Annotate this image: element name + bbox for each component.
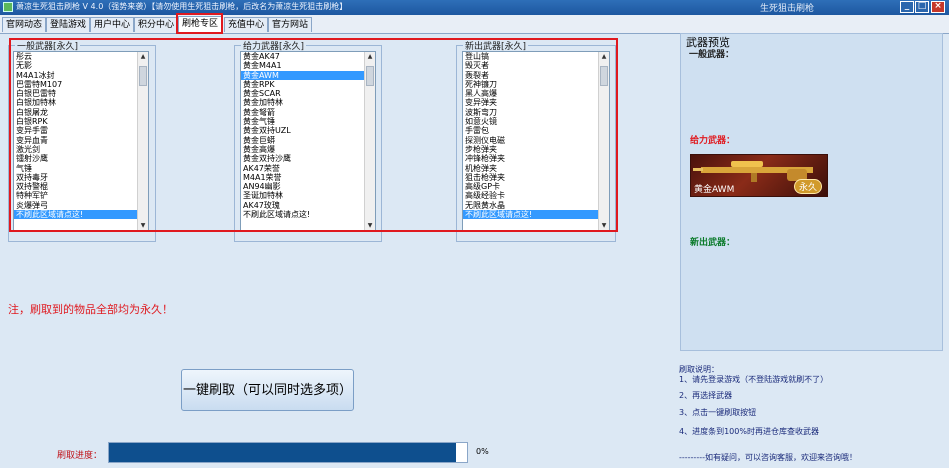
tab-official-site[interactable]: 官方网站 [268, 17, 312, 32]
tab-news[interactable]: 官网动态 [2, 17, 46, 32]
permanent-badge: 永久 [794, 179, 823, 194]
maximize-button[interactable]: □ [915, 1, 929, 13]
instructions-footer: ---------如有疑问，可以咨询客服，欢迎来咨询哦！ [679, 453, 857, 462]
weapon-lists-highlight-box [9, 38, 618, 232]
instruction-step-4: 4、进度条到100%时再进仓库查收武器 [679, 427, 819, 436]
instruction-step-2: 2、再选择武器 [679, 391, 733, 400]
progress-label: 刷取进度： [57, 451, 103, 461]
instruction-step-1: 1、请先登录游戏（不登陆游戏就刷不了） [679, 375, 829, 384]
progress-fill [109, 443, 457, 462]
tab-recharge[interactable]: 充值中心 [224, 17, 268, 32]
close-button[interactable]: × [931, 1, 945, 13]
instruction-step-3: 3、点击一键刷取按钮 [679, 408, 757, 417]
preview-power-label: 给力武器： [690, 136, 736, 146]
tab-user-center[interactable]: 用户中心 [90, 17, 134, 32]
preview-weapon-name: 黄金AWM [694, 185, 735, 195]
progress-percent: 0% [476, 447, 489, 456]
preview-general-label: 一般武器： [689, 50, 735, 60]
title-bar: 萧凉生死狙击刷枪 V 4.0（强势来袭）【请勿使用生死狙击刷枪，后改名为萧凉生死… [0, 0, 949, 15]
one-click-fetch-button[interactable]: 一键刷取（可以同时选多项） [181, 369, 354, 411]
tab-bar: 官网动态 登陆游戏 用户中心 积分中心 刷枪专区 充值中心 官方网站 [0, 15, 949, 34]
progress-bar [108, 442, 468, 463]
minimize-button[interactable]: _ [900, 1, 914, 13]
tab-points-center[interactable]: 积分中心 [134, 17, 178, 32]
tab-highlight-box [176, 13, 223, 34]
preview-new-label: 新出武器： [690, 238, 736, 248]
window-title-right: 生死狙击刷枪 [760, 4, 815, 14]
tab-login-game[interactable]: 登陆游戏 [46, 17, 90, 32]
app-icon [3, 2, 13, 12]
window-title: 萧凉生死狙击刷枪 V 4.0（强势来袭）【请勿使用生死狙击刷枪，后改名为萧凉生死… [16, 2, 348, 11]
permanent-note: 注，刷取到的物品全部均为永久！ [8, 303, 173, 316]
weapon-preview-image: 黄金AWM 永久 [690, 154, 828, 197]
